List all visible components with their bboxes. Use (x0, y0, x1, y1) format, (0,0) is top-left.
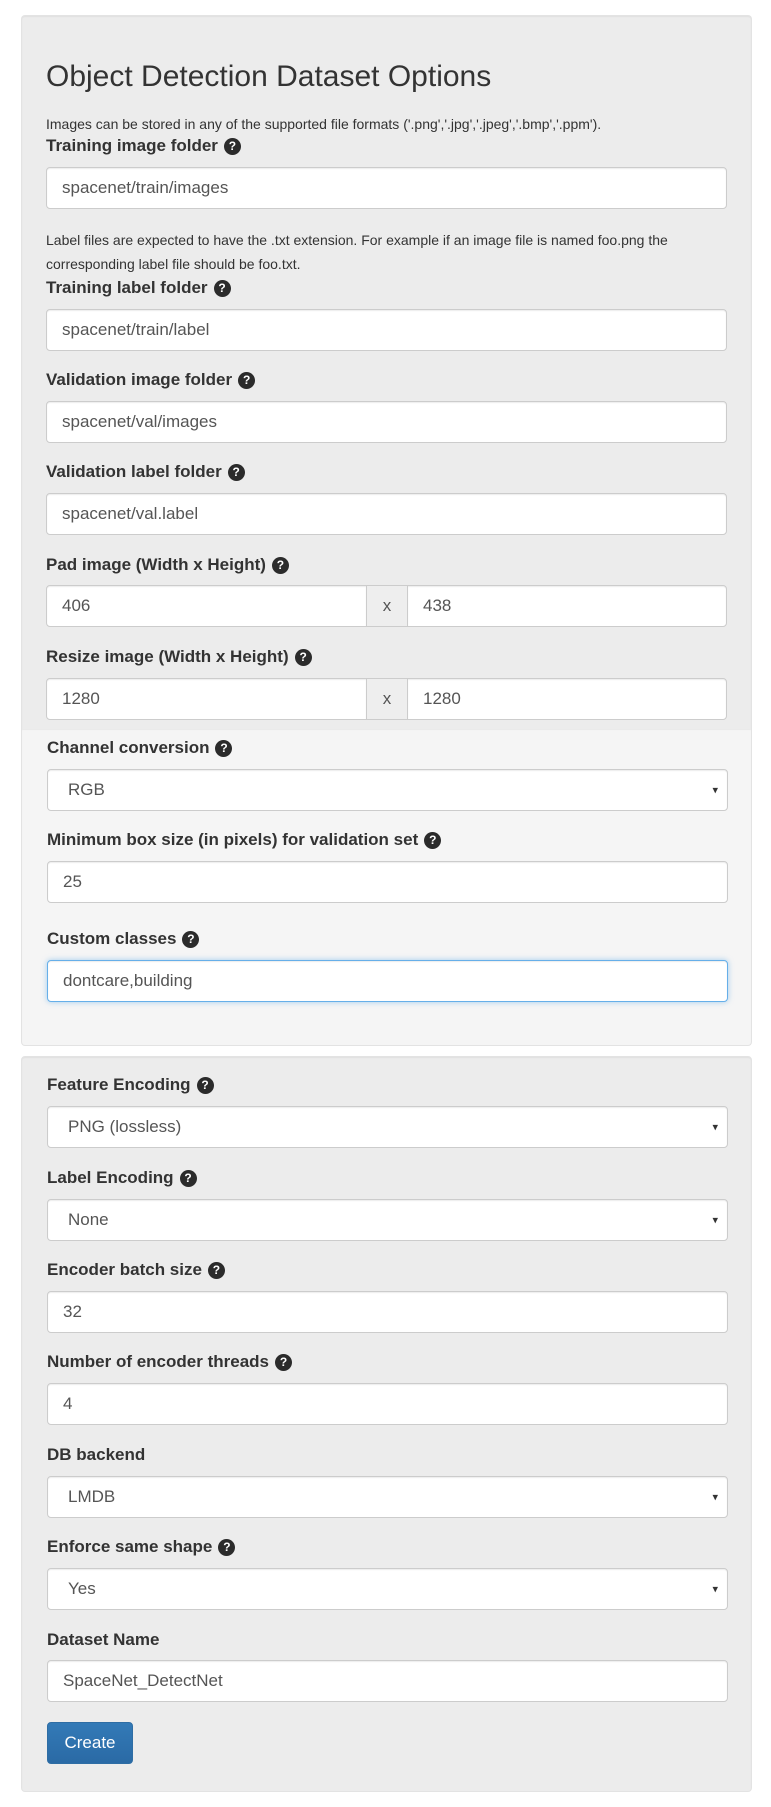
help-icon[interactable]: ? (215, 739, 233, 757)
feature-encoding-label: Feature Encoding ? (47, 1075, 214, 1095)
validation-label-folder-label: Validation label folder ? (46, 462, 245, 482)
db-backend-label-text: DB backend (47, 1445, 146, 1464)
feature-encoding-label-text: Feature Encoding (47, 1075, 191, 1094)
db-backend-label: DB backend (47, 1445, 145, 1465)
validation-label-folder-value: spacenet/val.label (62, 504, 199, 523)
validation-image-folder-label: Validation image folder ? (46, 370, 256, 390)
pad-width-input[interactable]: 406 (46, 585, 367, 627)
encoder-threads-label-text: Number of encoder threads (47, 1352, 269, 1371)
help-icon[interactable]: ? (179, 1169, 197, 1187)
help-icon[interactable]: ? (218, 1538, 236, 1556)
pad-width-value: 406 (62, 596, 91, 615)
validation-image-folder-input[interactable]: spacenet/val/images (46, 401, 727, 443)
channel-conversion-label-text: Channel conversion (47, 738, 210, 757)
training-image-folder-label: Training image folder ? (46, 136, 241, 156)
encoder-threads-label: Number of encoder threads ? (47, 1352, 292, 1372)
min-box-size-label-text: Minimum box size (in pixels) for validat… (47, 830, 419, 849)
caret-down-icon: ▾ (712, 784, 718, 797)
help-icon[interactable]: ? (207, 1261, 225, 1279)
encoder-threads-value: 4 (63, 1394, 73, 1413)
custom-classes-input[interactable]: dontcare,building (47, 960, 728, 1002)
encoder-batch-size-label: Encoder batch size ? (47, 1260, 225, 1280)
dataset-name-input[interactable]: SpaceNet_DetectNet (47, 1660, 728, 1702)
min-box-size-input[interactable]: 25 (47, 861, 728, 903)
feature-encoding-value: PNG (lossless) (68, 1117, 182, 1136)
channel-conversion-label: Channel conversion ? (47, 738, 233, 758)
validation-image-folder-value: spacenet/val/images (62, 412, 217, 431)
help-icon[interactable]: ? (182, 930, 200, 948)
channel-conversion-select[interactable]: RGB ▾ (47, 769, 728, 811)
caret-down-icon: ▾ (712, 1491, 718, 1504)
pad-image-label: Pad image (Width x Height) ? (46, 555, 289, 575)
resize-height-value: 1280 (423, 689, 461, 708)
page-title: Object Detection Dataset Options (46, 60, 492, 93)
pad-height-input[interactable]: 438 (407, 585, 727, 627)
db-backend-select[interactable]: LMDB ▾ (47, 1476, 728, 1518)
caret-down-icon: ▾ (712, 1583, 718, 1596)
dataset-name-label-text: Dataset Name (47, 1630, 160, 1649)
encoder-batch-size-input[interactable]: 32 (47, 1291, 728, 1333)
training-label-folder-label: Training label folder ? (46, 278, 231, 298)
label-encoding-select[interactable]: None ▾ (47, 1199, 728, 1241)
pad-image-label-text: Pad image (Width x Height) (46, 555, 266, 574)
help-icon[interactable]: ? (196, 1076, 214, 1094)
custom-classes-label-text: Custom classes (47, 929, 177, 948)
pad-height-value: 438 (423, 596, 452, 615)
label-encoding-label-text: Label Encoding (47, 1168, 174, 1187)
validation-image-folder-label-text: Validation image folder (46, 370, 233, 389)
enforce-same-shape-value: Yes (68, 1579, 96, 1598)
help-icon[interactable]: ? (223, 137, 241, 155)
label-files-help-text: Label files are expected to have the .tx… (46, 232, 668, 272)
training-label-folder-label-text: Training label folder (46, 278, 208, 297)
resize-image-label: Resize image (Width x Height) ? (46, 647, 312, 667)
channel-conversion-value: RGB (68, 780, 105, 799)
resize-separator: x (366, 678, 408, 720)
formats-help-text: Images can be stored in any of the suppo… (46, 116, 602, 132)
custom-classes-label: Custom classes ? (47, 929, 200, 949)
caret-down-icon: ▾ (712, 1121, 718, 1134)
help-icon[interactable]: ? (271, 556, 289, 574)
help-icon[interactable]: ? (213, 279, 231, 297)
training-image-folder-input[interactable]: spacenet/train/images (46, 167, 727, 209)
dataset-name-value: SpaceNet_DetectNet (63, 1671, 223, 1690)
label-encoding-value: None (68, 1210, 109, 1229)
help-icon[interactable]: ? (227, 463, 245, 481)
dataset-name-label: Dataset Name (47, 1630, 159, 1650)
pad-separator: x (366, 585, 408, 627)
help-icon[interactable]: ? (238, 371, 256, 389)
feature-encoding-select[interactable]: PNG (lossless) ▾ (47, 1106, 728, 1148)
training-label-folder-value: spacenet/train/label (62, 320, 210, 339)
encoder-batch-size-label-text: Encoder batch size (47, 1260, 202, 1279)
custom-classes-value: dontcare,building (63, 971, 193, 990)
db-backend-value: LMDB (68, 1487, 116, 1506)
min-box-size-value: 25 (63, 872, 82, 891)
help-icon[interactable]: ? (424, 831, 442, 849)
training-label-folder-input[interactable]: spacenet/train/label (46, 309, 727, 351)
create-button[interactable]: Create (47, 1722, 133, 1764)
resize-width-value: 1280 (62, 689, 100, 708)
training-image-folder-value: spacenet/train/images (62, 178, 229, 197)
validation-label-folder-label-text: Validation label folder (46, 462, 222, 481)
resize-height-input[interactable]: 1280 (407, 678, 727, 720)
encoder-batch-size-value: 32 (63, 1302, 82, 1321)
encoder-threads-input[interactable]: 4 (47, 1383, 728, 1425)
resize-width-input[interactable]: 1280 (46, 678, 367, 720)
validation-label-folder-input[interactable]: spacenet/val.label (46, 493, 727, 535)
training-image-folder-label-text: Training image folder (46, 136, 218, 155)
help-icon[interactable]: ? (275, 1353, 292, 1371)
label-encoding-label: Label Encoding ? (47, 1168, 197, 1188)
enforce-same-shape-select[interactable]: Yes ▾ (47, 1568, 728, 1610)
resize-image-label-text: Resize image (Width x Height) (46, 647, 289, 666)
caret-down-icon: ▾ (712, 1214, 718, 1227)
enforce-same-shape-label-text: Enforce same shape (47, 1537, 213, 1556)
enforce-same-shape-label: Enforce same shape ? (47, 1537, 236, 1557)
help-icon[interactable]: ? (294, 648, 312, 666)
min-box-size-label: Minimum box size (in pixels) for validat… (47, 830, 442, 850)
